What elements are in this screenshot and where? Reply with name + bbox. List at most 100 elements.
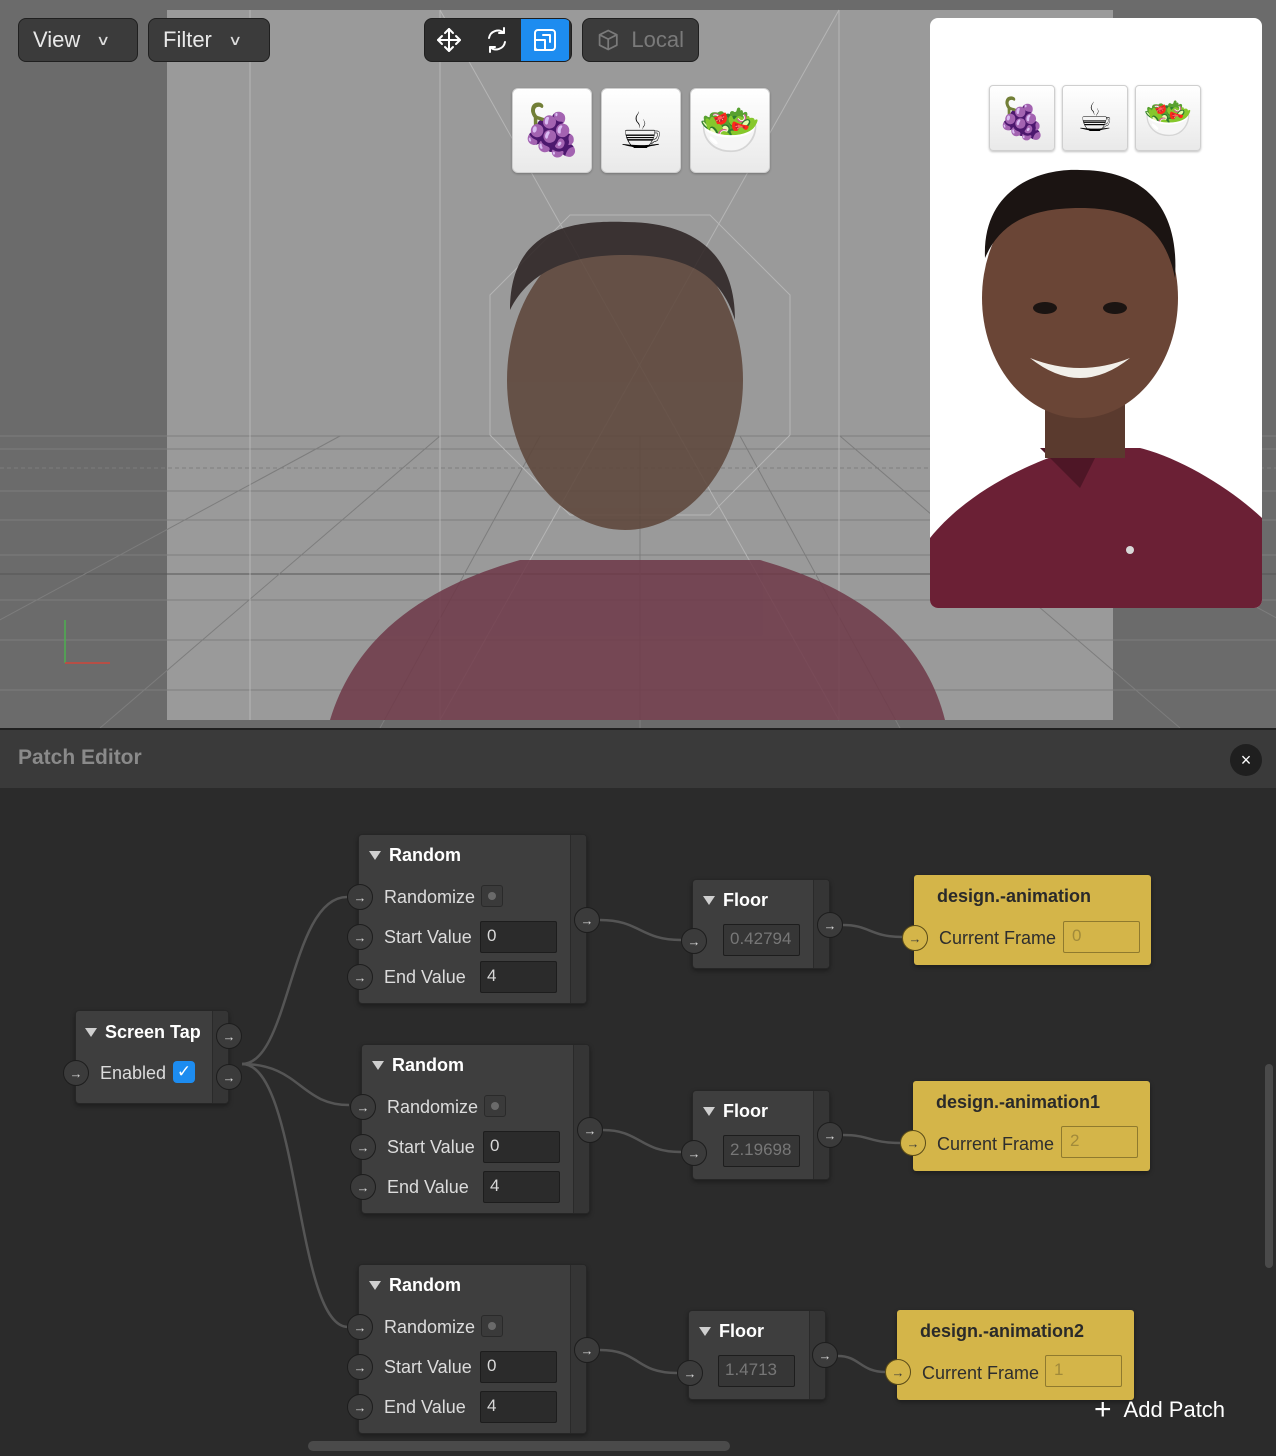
randomize-pulse[interactable] bbox=[484, 1095, 506, 1117]
collapse-triangle-icon[interactable] bbox=[703, 1107, 715, 1116]
random-output-port[interactable]: → bbox=[574, 907, 600, 933]
floor-patch[interactable]: Floor 2.19698 bbox=[692, 1090, 830, 1180]
random-output-port[interactable]: → bbox=[574, 1337, 600, 1363]
animation-asset-patch[interactable]: design.-animation1 Current Frame 2 bbox=[913, 1081, 1150, 1171]
collapse-triangle-icon[interactable] bbox=[85, 1028, 97, 1037]
start-value-input-port[interactable]: → bbox=[347, 1354, 373, 1380]
filter-menu-button[interactable]: Filter ∨ bbox=[148, 18, 270, 62]
enabled-checkbox[interactable]: ✓ bbox=[173, 1061, 195, 1083]
animation-asset-patch[interactable]: design.-animation2 Current Frame 1 bbox=[897, 1310, 1134, 1400]
start-value-field[interactable]: 0 bbox=[480, 1351, 557, 1383]
grapes-emoji: 🍇 bbox=[997, 96, 1047, 141]
coffee-emoji: ☕ bbox=[618, 102, 664, 159]
end-value-field[interactable]: 4 bbox=[480, 961, 557, 993]
randomize-input-port[interactable]: → bbox=[347, 884, 373, 910]
salad-emoji-button[interactable]: 🥗 bbox=[1135, 85, 1201, 151]
wire-floor1-asset1 bbox=[842, 923, 904, 939]
random-patch[interactable]: Random Randomize Start Value 0 End Value… bbox=[358, 834, 587, 1004]
start-value-input-port[interactable]: → bbox=[347, 924, 373, 950]
start-value-input-port[interactable]: → bbox=[350, 1134, 376, 1160]
collapse-triangle-icon[interactable] bbox=[369, 1281, 381, 1290]
floor-value-field: 0.42794 bbox=[723, 924, 800, 956]
coffee-emoji-button[interactable]: ☕ bbox=[601, 88, 681, 173]
current-frame-input-port[interactable]: → bbox=[902, 925, 928, 951]
patch-title: Random bbox=[369, 845, 461, 866]
randomize-pulse[interactable] bbox=[481, 885, 503, 907]
start-value-field[interactable]: 0 bbox=[483, 1131, 560, 1163]
patch-canvas[interactable]: Screen Tap Enabled ✓ → → → Random Random… bbox=[0, 788, 1276, 1456]
end-value-input-port[interactable]: → bbox=[350, 1174, 376, 1200]
filter-menu-label: Filter bbox=[163, 27, 212, 52]
floor-value-field: 1.4713 bbox=[718, 1355, 795, 1387]
transform-tool-group bbox=[424, 18, 572, 62]
asset-title: design.-animation2 bbox=[920, 1321, 1085, 1341]
floor-output-port[interactable]: → bbox=[817, 1122, 843, 1148]
current-frame-field[interactable]: 2 bbox=[1061, 1126, 1138, 1158]
current-frame-field[interactable]: 1 bbox=[1045, 1355, 1122, 1387]
scale-tool-button[interactable] bbox=[521, 19, 569, 61]
current-frame-input-port[interactable]: → bbox=[885, 1359, 911, 1385]
floor-title: Floor bbox=[723, 890, 768, 910]
wire-floor3-asset3 bbox=[837, 1354, 887, 1374]
patch-editor-title: Patch Editor bbox=[18, 746, 142, 769]
floor-output-port[interactable]: → bbox=[812, 1342, 838, 1368]
scene-viewport[interactable]: View ∨ Filter ∨ Local 🍇 ☕ 🥗 🍇 ☕ 🥗 bbox=[0, 0, 1276, 728]
screen-tap-output-port-2[interactable]: → bbox=[216, 1064, 242, 1090]
end-value-input-port[interactable]: → bbox=[347, 964, 373, 990]
floor-input-port[interactable]: → bbox=[677, 1360, 703, 1386]
end-value-field[interactable]: 4 bbox=[480, 1391, 557, 1423]
end-value-input-port[interactable]: → bbox=[347, 1394, 373, 1420]
wire-tap-random1 bbox=[241, 895, 348, 1066]
enabled-label: Enabled bbox=[100, 1063, 167, 1083]
randomize-pulse[interactable] bbox=[481, 1315, 503, 1337]
close-patch-editor-button[interactable]: × bbox=[1230, 744, 1262, 776]
screen-tap-output-port[interactable]: → bbox=[216, 1023, 242, 1049]
grapes-emoji-button[interactable]: 🍇 bbox=[989, 85, 1055, 151]
end-value-field[interactable]: 4 bbox=[483, 1171, 560, 1203]
randomize-input-port[interactable]: → bbox=[347, 1314, 373, 1340]
current-frame-label: Current Frame bbox=[937, 1134, 1055, 1154]
floor-patch[interactable]: Floor 0.42794 bbox=[692, 879, 830, 969]
collapse-triangle-icon[interactable] bbox=[699, 1327, 711, 1336]
end-value-label: End Value bbox=[384, 1397, 466, 1417]
wire-tap-random2 bbox=[241, 1062, 350, 1107]
random-patch[interactable]: Random Randomize Start Value 0 End Value… bbox=[358, 1264, 587, 1434]
patch-editor-header: Patch Editor × bbox=[0, 730, 1276, 788]
collapse-triangle-icon[interactable] bbox=[369, 851, 381, 860]
random-patch[interactable]: Random Randomize Start Value 0 End Value… bbox=[361, 1044, 590, 1214]
current-frame-input-port[interactable]: → bbox=[900, 1130, 926, 1156]
add-patch-button[interactable]: + Add Patch bbox=[1094, 1392, 1225, 1428]
random-output-port[interactable]: → bbox=[577, 1117, 603, 1143]
viewport-emoji-buttons: 🍇 ☕ 🥗 bbox=[512, 88, 770, 173]
current-frame-field[interactable]: 0 bbox=[1063, 921, 1140, 953]
screen-tap-title: Screen Tap bbox=[105, 1022, 201, 1042]
check-icon: ✓ bbox=[176, 1062, 192, 1081]
view-menu-button[interactable]: View ∨ bbox=[18, 18, 138, 62]
patch-title: Floor bbox=[699, 1321, 764, 1342]
local-space-button[interactable]: Local bbox=[582, 18, 699, 62]
floor-patch[interactable]: Floor 1.4713 bbox=[688, 1310, 826, 1400]
start-value-field[interactable]: 0 bbox=[480, 921, 557, 953]
floor-input-port[interactable]: → bbox=[681, 928, 707, 954]
horizontal-scrollbar[interactable] bbox=[308, 1441, 730, 1451]
plus-icon: + bbox=[1094, 1393, 1112, 1426]
grapes-emoji-button[interactable]: 🍇 bbox=[512, 88, 592, 173]
wire-random3-floor3 bbox=[599, 1348, 678, 1375]
collapse-triangle-icon[interactable] bbox=[372, 1061, 384, 1070]
screen-tap-patch[interactable]: Screen Tap Enabled ✓ bbox=[75, 1010, 229, 1104]
camera-preview: 🍇 ☕ 🥗 bbox=[930, 18, 1262, 608]
salad-emoji-button[interactable]: 🥗 bbox=[690, 88, 770, 173]
scale-icon bbox=[534, 29, 556, 51]
randomize-input-port[interactable]: → bbox=[350, 1094, 376, 1120]
cube-icon bbox=[598, 29, 618, 51]
animation-asset-patch[interactable]: design.-animation Current Frame 0 bbox=[914, 875, 1151, 965]
move-tool-button[interactable] bbox=[425, 19, 473, 61]
floor-output-port[interactable]: → bbox=[817, 912, 843, 938]
coffee-emoji-button[interactable]: ☕ bbox=[1062, 85, 1128, 151]
rotate-tool-button[interactable] bbox=[473, 19, 521, 61]
vertical-scrollbar[interactable] bbox=[1265, 1064, 1273, 1268]
screen-tap-enabled-input-port[interactable]: → bbox=[63, 1060, 89, 1086]
asset-title: design.-animation bbox=[937, 886, 1092, 906]
floor-input-port[interactable]: → bbox=[681, 1140, 707, 1166]
collapse-triangle-icon[interactable] bbox=[703, 896, 715, 905]
